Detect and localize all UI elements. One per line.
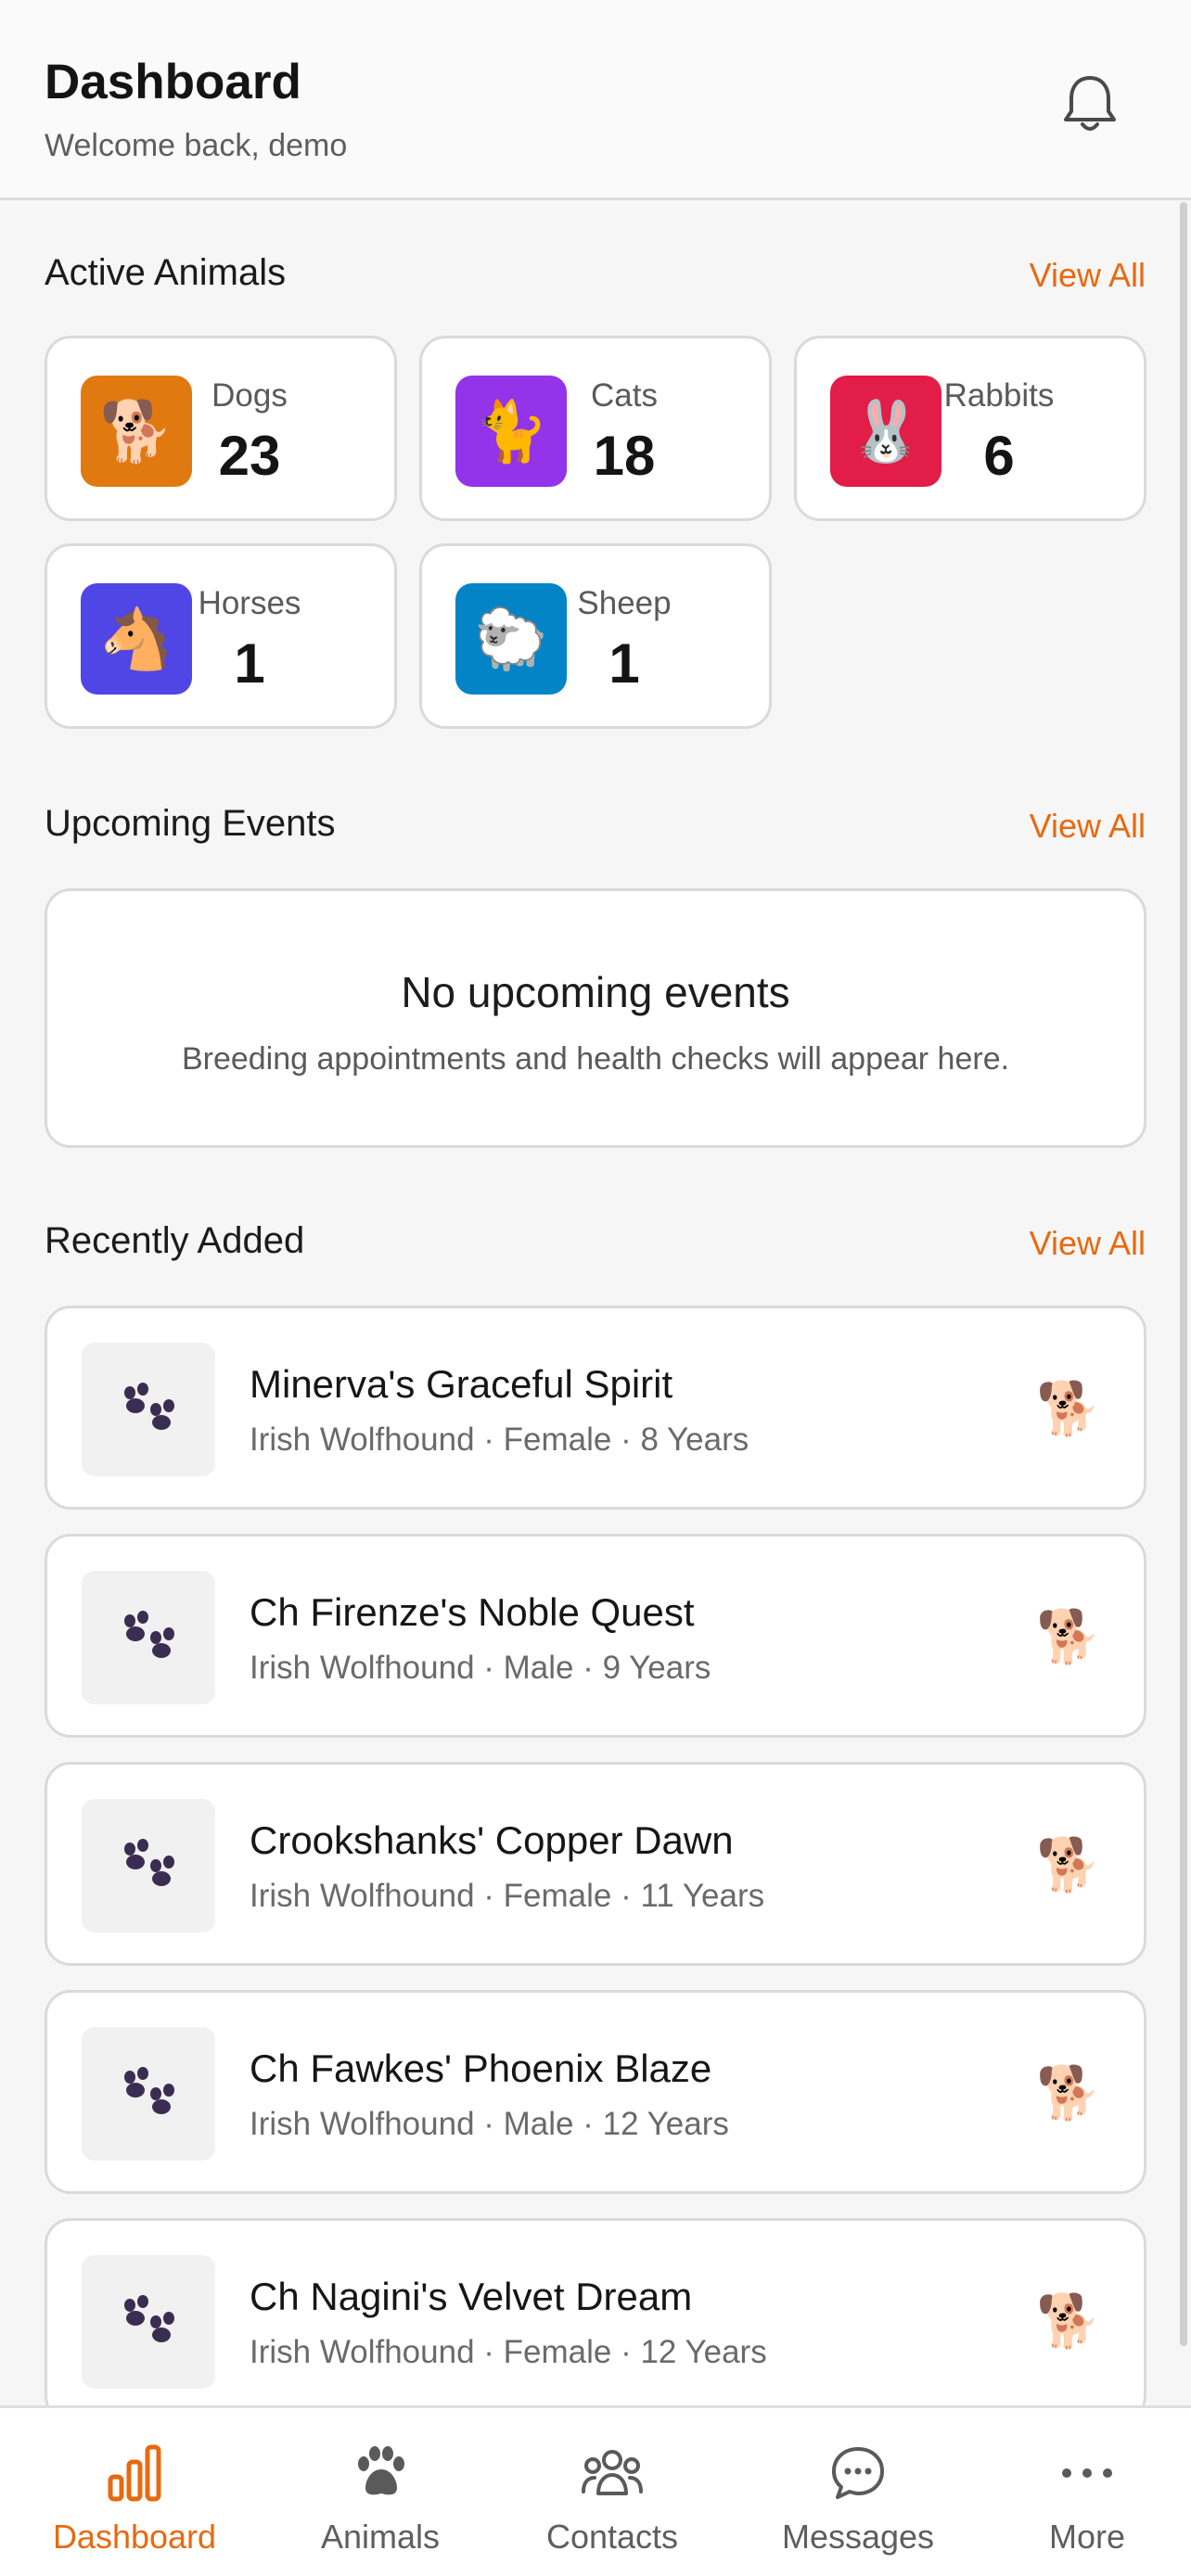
nav-label: Messages <box>781 2518 935 2556</box>
nav-label: Animals <box>320 2518 441 2556</box>
stat-label: Dogs <box>211 377 288 414</box>
empty-events-title: No upcoming events <box>401 968 790 1016</box>
dog-icon: 🐕 <box>1036 2291 1101 2350</box>
animal-list-item[interactable]: Crookshanks' Copper Dawn Irish Wolfhound… <box>45 1762 1146 1966</box>
stat-count: 6 <box>983 425 1015 487</box>
dashboard-screen: Dashboard Welcome back, demo Active Anim… <box>0 0 1191 2576</box>
dog-icon: 🐕 <box>1036 1607 1101 1665</box>
animal-name: Ch Fawkes' Phoenix Blaze <box>250 2047 712 2090</box>
nav-label: Contacts <box>545 2518 679 2556</box>
chat-bubble-icon <box>825 2440 891 2506</box>
stat-label: Sheep <box>577 585 672 621</box>
stat-card-sheep[interactable]: 🐑 Sheep 1 <box>419 543 772 729</box>
nav-messages[interactable]: Messages <box>724 2408 992 2576</box>
upcoming-events-title: Upcoming Events <box>45 803 336 844</box>
animal-details: Irish Wolfhound · Male · 12 Years <box>250 2106 729 2142</box>
animal-details: Irish Wolfhound · Female · 8 Years <box>250 1422 749 1458</box>
animal-list-item[interactable]: Ch Firenze's Noble Quest Irish Wolfhound… <box>45 1534 1146 1738</box>
paw-icon <box>347 2440 414 2506</box>
stat-label: Rabbits <box>943 377 1055 414</box>
nav-label: Dashboard <box>52 2518 217 2556</box>
stat-card-dogs[interactable]: 🐕 Dogs 23 <box>45 336 397 521</box>
notifications-bell-icon[interactable] <box>1057 70 1122 137</box>
nav-animals[interactable]: Animals <box>260 2408 501 2576</box>
dog-icon: 🐕 <box>1036 1835 1101 1894</box>
upcoming-events-view-all-link[interactable]: View All <box>1030 807 1146 846</box>
animal-details: Irish Wolfhound · Female · 12 Years <box>250 2334 767 2370</box>
animal-name: Ch Nagini's Velvet Dream <box>250 2275 693 2318</box>
paw-icon <box>82 1799 215 1932</box>
recently-added-title: Recently Added <box>45 1220 305 1261</box>
active-animals-title: Active Animals <box>45 252 287 293</box>
page-title: Dashboard <box>45 55 301 109</box>
paw-icon <box>82 2027 215 2161</box>
app-header: Dashboard Welcome back, demo <box>0 0 1191 200</box>
empty-events-card: No upcoming events Breeding appointments… <box>45 888 1146 1148</box>
animal-list-item[interactable]: Minerva's Graceful Spirit Irish Wolfhoun… <box>45 1306 1146 1510</box>
stat-card-cats[interactable]: 🐈 Cats 18 <box>419 336 772 521</box>
stat-count: 18 <box>593 425 656 487</box>
bottom-navigation: Dashboard Animals Contacts Messages More <box>0 2405 1191 2576</box>
nav-dashboard[interactable]: Dashboard <box>9 2408 260 2576</box>
stat-label: Horses <box>198 585 301 621</box>
animal-name: Ch Firenze's Noble Quest <box>250 1590 695 1634</box>
recently-added-view-all-link[interactable]: View All <box>1030 1224 1146 1263</box>
animal-details: Irish Wolfhound · Female · 11 Years <box>250 1878 765 1914</box>
dog-icon: 🐕 <box>1036 1379 1101 1437</box>
paw-icon <box>82 2255 215 2389</box>
nav-label: More <box>1048 2518 1126 2556</box>
empty-events-description: Breeding appointments and health checks … <box>181 1041 1010 1077</box>
paw-icon <box>82 1571 215 1704</box>
animal-list-item[interactable]: Ch Fawkes' Phoenix Blaze Irish Wolfhound… <box>45 1990 1146 2194</box>
nav-contacts[interactable]: Contacts <box>501 2408 724 2576</box>
stat-label: Cats <box>591 377 658 414</box>
active-animals-view-all-link[interactable]: View All <box>1030 256 1146 295</box>
paw-icon <box>82 1343 215 1476</box>
welcome-text: Welcome back, demo <box>45 128 348 163</box>
animal-name: Minerva's Graceful Spirit <box>250 1362 673 1406</box>
bar-chart-icon <box>101 2440 168 2506</box>
nav-more[interactable]: More <box>992 2408 1182 2576</box>
stat-card-rabbits[interactable]: 🐰 Rabbits 6 <box>794 336 1146 521</box>
stat-count: 1 <box>234 632 265 695</box>
animal-details: Irish Wolfhound · Male · 9 Years <box>250 1650 711 1686</box>
stat-count: 23 <box>218 425 281 487</box>
more-dots-icon <box>1054 2440 1121 2506</box>
people-icon <box>579 2440 646 2506</box>
animal-list-item[interactable]: Ch Nagini's Velvet Dream Irish Wolfhound… <box>45 2218 1146 2422</box>
dog-icon: 🐕 <box>1036 2063 1101 2122</box>
stat-count: 1 <box>608 632 640 695</box>
stat-card-horses[interactable]: 🐴 Horses 1 <box>45 543 397 729</box>
scrollbar[interactable] <box>1180 202 1187 2346</box>
animal-name: Crookshanks' Copper Dawn <box>250 1818 734 1862</box>
